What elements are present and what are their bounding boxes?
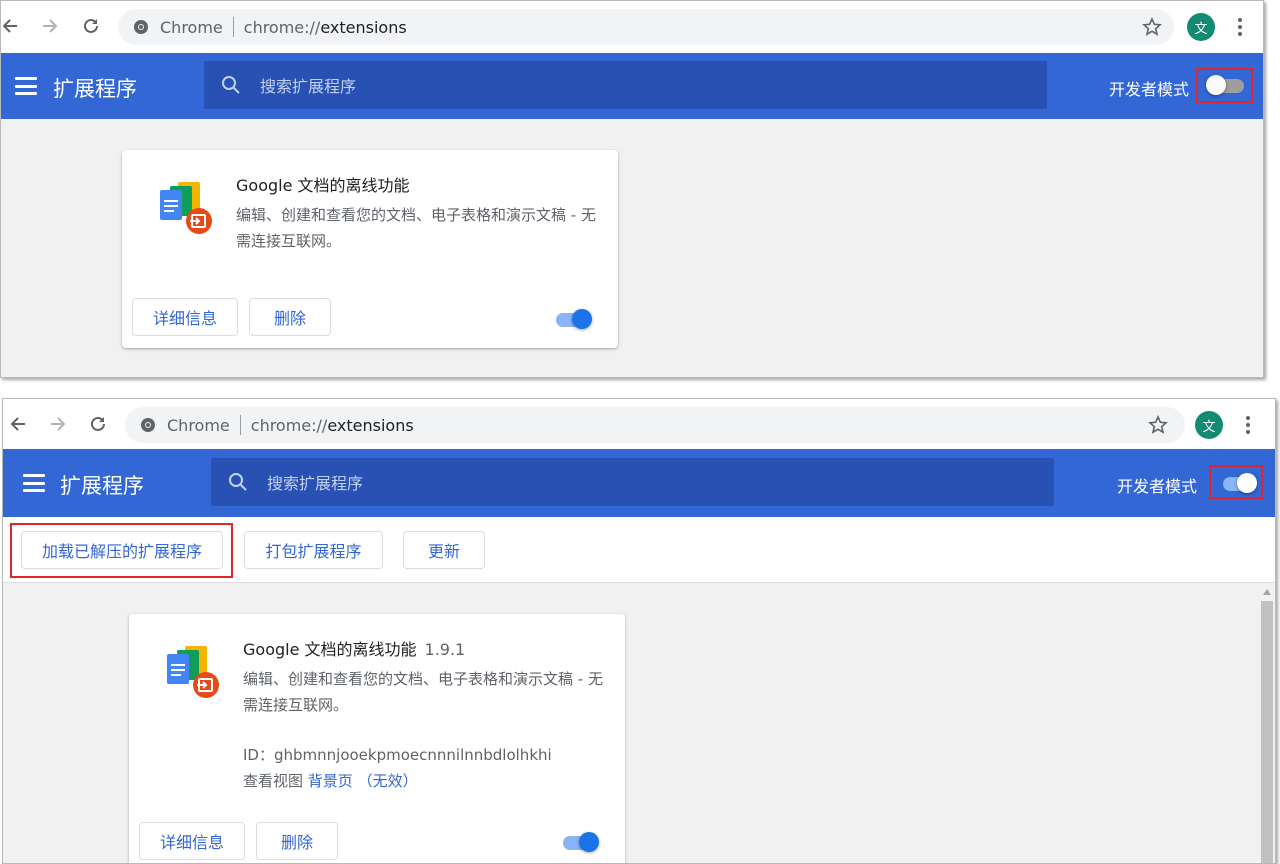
url-path: extensions <box>320 17 407 37</box>
extensions-content: Google 文档的离线功能 编辑、创建和查看您的文档、电子表格和演示文稿 - … <box>1 119 1263 377</box>
site-chip-label: Chrome <box>160 17 223 37</box>
highlight-box <box>1196 68 1253 103</box>
omnibox[interactable]: Chrome chrome://extensions <box>125 407 1185 443</box>
extension-enable-toggle[interactable] <box>554 309 594 329</box>
extensions-content: Google 文档的离线功能 1.9.1 编辑、创建和查看您的文档、电子表格和演示… <box>3 583 1275 863</box>
page-title: 扩展程序 <box>53 77 137 101</box>
search-icon <box>220 74 242 96</box>
browser-toolbar: Chrome chrome://extensions 文 <box>1 1 1263 53</box>
omnibox[interactable]: Chrome chrome://extensions <box>118 9 1174 45</box>
extensions-header: 扩展程序 搜索扩展程序 开发者模式 <box>1 53 1263 119</box>
screenshot-dev-mode-on: Chrome chrome://extensions 文 扩展程序 搜索扩展程序… <box>2 398 1276 864</box>
extension-name-text: Google 文档的离线功能 <box>236 176 410 195</box>
extension-card: Google 文档的离线功能 编辑、创建和查看您的文档、电子表格和演示文稿 - … <box>122 150 618 348</box>
highlight-box <box>1209 465 1263 499</box>
kebab-menu-icon <box>1238 18 1242 36</box>
extension-id: ID：ghbmnnjooekpmoecnnnilnnbdlolhkhi <box>243 744 552 765</box>
url-text: chrome://extensions <box>244 18 407 37</box>
search-icon <box>227 471 249 493</box>
extension-enable-toggle[interactable] <box>561 832 601 852</box>
url-scheme: chrome:// <box>243 17 321 37</box>
details-button[interactable]: 详细信息 <box>132 298 238 336</box>
kebab-menu-icon <box>1246 416 1250 434</box>
bookmark-star-button[interactable] <box>1139 14 1165 40</box>
google-docs-offline-icon <box>160 182 212 234</box>
kebab-menu-button[interactable] <box>1231 14 1249 40</box>
dev-mode-label: 开发者模式 <box>1109 80 1190 99</box>
screenshot-dev-mode-off: Chrome chrome://extensions 文 扩展程序 搜索扩展程序… <box>0 0 1264 378</box>
dev-mode-label: 开发者模式 <box>1117 477 1198 496</box>
forward-button[interactable] <box>45 411 71 437</box>
details-button[interactable]: 详细信息 <box>139 822 245 860</box>
site-chip-label: Chrome <box>167 415 230 435</box>
highlight-box <box>10 523 233 578</box>
scroll-thumb[interactable] <box>1261 601 1273 863</box>
chrome-site-icon <box>139 416 157 434</box>
extensions-header: 扩展程序 搜索扩展程序 开发者模式 <box>3 449 1275 517</box>
back-arrow-icon <box>2 19 17 33</box>
omnibox-divider <box>239 415 241 435</box>
bookmark-star-button[interactable] <box>1145 412 1171 438</box>
search-input[interactable]: 搜索扩展程序 <box>211 458 1054 506</box>
extension-description: 编辑、创建和查看您的文档、电子表格和演示文稿 - 无需连接互联网。 <box>243 670 603 714</box>
url-text: chrome://extensions <box>251 416 414 435</box>
search-input[interactable]: 搜索扩展程序 <box>204 61 1047 109</box>
extension-card: Google 文档的离线功能 1.9.1 编辑、创建和查看您的文档、电子表格和演示… <box>129 614 625 863</box>
extension-id-value: ghbmnnjooekpmoecnnnilnnbdlolhkhi <box>273 746 552 764</box>
kebab-menu-button[interactable] <box>1239 412 1257 438</box>
profile-avatar[interactable]: 文 <box>1187 13 1215 41</box>
url-path: extensions <box>327 415 414 435</box>
search-placeholder: 搜索扩展程序 <box>260 77 357 96</box>
extension-name: Google 文档的离线功能 <box>236 172 410 196</box>
inspect-views-label: 查看视图 <box>243 772 304 790</box>
page-title: 扩展程序 <box>60 474 144 498</box>
star-icon <box>1142 17 1162 36</box>
back-button[interactable] <box>1 13 23 39</box>
update-button[interactable]: 更新 <box>403 531 485 569</box>
google-docs-offline-icon <box>167 646 219 698</box>
extension-version: 1.9.1 <box>424 640 466 659</box>
reload-icon <box>91 416 105 431</box>
extension-name: Google 文档的离线功能 1.9.1 <box>243 636 465 660</box>
omnibox-divider <box>232 17 234 37</box>
toggle-knob <box>572 309 592 329</box>
toggle-knob <box>579 832 599 852</box>
forward-arrow-icon <box>51 417 66 431</box>
url-scheme: chrome:// <box>250 415 328 435</box>
back-arrow-icon <box>10 417 25 431</box>
pack-extension-button[interactable]: 打包扩展程序 <box>244 531 383 569</box>
back-button[interactable] <box>5 411 31 437</box>
reload-button[interactable] <box>78 13 104 39</box>
extension-name-text: Google 文档的离线功能 <box>243 640 417 659</box>
browser-toolbar: Chrome chrome://extensions 文 <box>3 399 1275 451</box>
forward-button[interactable] <box>37 13 63 39</box>
developer-toolbar: 加载已解压的扩展程序 打包扩展程序 更新 <box>3 517 1275 583</box>
reload-icon <box>84 18 98 33</box>
scroll-up-arrow-icon[interactable] <box>1263 589 1271 595</box>
reload-button[interactable] <box>85 411 111 437</box>
remove-button[interactable]: 删除 <box>249 298 331 336</box>
background-page-status[interactable]: （无效） <box>358 772 418 790</box>
search-placeholder: 搜索扩展程序 <box>267 474 364 493</box>
hamburger-icon[interactable] <box>15 77 37 95</box>
background-page-link[interactable]: 背景页 <box>308 772 353 790</box>
chrome-site-icon <box>132 18 150 36</box>
extension-id-label: ID： <box>243 746 274 764</box>
profile-avatar[interactable]: 文 <box>1195 411 1223 439</box>
vertical-scrollbar[interactable] <box>1259 583 1275 863</box>
extension-description: 编辑、创建和查看您的文档、电子表格和演示文稿 - 无需连接互联网。 <box>236 206 596 250</box>
inspect-views: 查看视图 背景页 （无效） <box>243 770 418 791</box>
star-icon <box>1148 415 1168 434</box>
hamburger-icon[interactable] <box>23 474 45 492</box>
forward-arrow-icon <box>43 19 58 33</box>
remove-button[interactable]: 删除 <box>256 822 338 860</box>
